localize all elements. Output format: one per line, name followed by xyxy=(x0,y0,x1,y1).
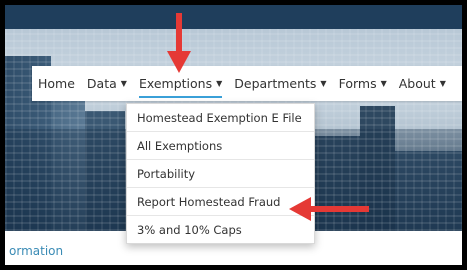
nav-data-label: Data xyxy=(86,76,117,91)
nav-departments-label: Departments xyxy=(234,76,317,91)
nav-home[interactable]: Home xyxy=(32,66,81,101)
arrow-down-icon xyxy=(167,13,191,73)
menu-item-report-fraud[interactable]: Report Homestead Fraud xyxy=(127,188,314,216)
nav-departments[interactable]: Departments ▼ xyxy=(228,66,332,101)
menu-item-caps[interactable]: 3% and 10% Caps xyxy=(127,216,314,243)
nav-exemptions-label: Exemptions xyxy=(138,76,213,91)
menu-item-homestead-efile[interactable]: Homestead Exemption E File xyxy=(127,104,314,132)
menu-item-all-exemptions[interactable]: All Exemptions xyxy=(127,132,314,160)
main-nav: Home Data ▼ Exemptions ▼ Departments ▼ F… xyxy=(32,66,462,101)
menu-item-portability[interactable]: Portability xyxy=(127,160,314,188)
nav-data[interactable]: Data ▼ xyxy=(81,66,133,101)
caret-down-icon: ▼ xyxy=(320,79,327,88)
information-link[interactable]: ormation xyxy=(9,244,63,258)
caret-down-icon: ▼ xyxy=(216,79,223,88)
arrow-left-icon xyxy=(289,197,369,221)
nav-home-label: Home xyxy=(38,76,75,91)
nav-forms[interactable]: Forms ▼ xyxy=(333,66,393,101)
exemptions-dropdown-menu: Homestead Exemption E File All Exemption… xyxy=(126,103,315,244)
nav-forms-label: Forms xyxy=(338,76,377,91)
top-header-strip xyxy=(5,5,462,29)
nav-about[interactable]: About ▼ xyxy=(393,66,452,101)
caret-down-icon: ▼ xyxy=(380,79,387,88)
browser-viewport: Home Data ▼ Exemptions ▼ Departments ▼ F… xyxy=(5,5,462,265)
caret-down-icon: ▼ xyxy=(439,79,446,88)
caret-down-icon: ▼ xyxy=(120,79,127,88)
nav-about-label: About xyxy=(398,76,436,91)
